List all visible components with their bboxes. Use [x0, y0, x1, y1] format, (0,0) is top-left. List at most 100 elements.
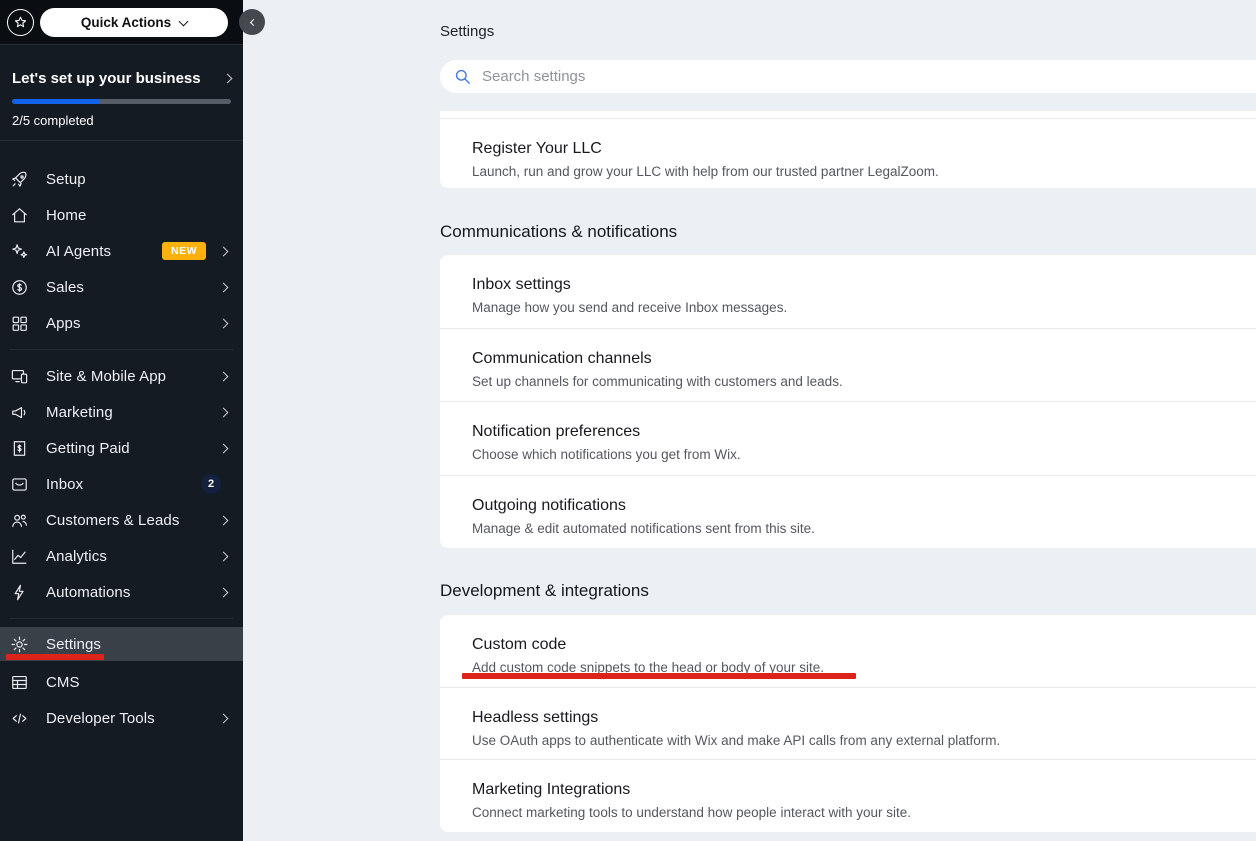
sidebar-nav: Setup Home AI AgentsNEW Sales Apps Site & Mob… — [0, 161, 243, 736]
sidebar-item-customers-leads[interactable]: Customers & Leads — [0, 502, 243, 538]
settings-item-title: Register Your LLC — [472, 138, 1256, 159]
annotation-settings-underline — [6, 654, 104, 660]
sidebar-item-getting-paid[interactable]: Getting Paid — [0, 430, 243, 466]
settings-item-description: Manage how you send and receive Inbox me… — [472, 299, 1256, 317]
chevron-right-icon — [219, 443, 229, 453]
devices-icon — [10, 367, 29, 386]
setup-teaser-title: Let's set up your business — [12, 70, 201, 87]
settings-page: Settings Register Your LLC Launch, run an… — [243, 0, 1256, 841]
sparkles-icon — [10, 242, 29, 261]
previous-item-sliver — [440, 111, 1256, 118]
collapse-sidebar-button[interactable] — [239, 9, 265, 35]
settings-item-description: Choose which notifications you get from … — [472, 446, 1256, 464]
quick-actions-button[interactable]: Quick Actions — [40, 8, 228, 37]
sidebar-item-label: Developer Tools — [46, 710, 220, 727]
sidebar-item-sales[interactable]: Sales — [0, 269, 243, 305]
chevron-right-icon — [219, 713, 229, 723]
settings-item-title: Notification preferences — [472, 421, 1256, 442]
sidebar-item-setup[interactable]: Setup — [0, 161, 243, 197]
chevron-right-icon — [219, 246, 229, 256]
settings-item-description: Set up channels for communicating with c… — [472, 373, 1256, 391]
settings-item-notification-preferences[interactable]: Notification preferences Choose which not… — [440, 401, 1256, 475]
settings-card-communications-notifications: Inbox settings Manage how you send and re… — [440, 255, 1256, 548]
search-bar[interactable] — [440, 60, 1256, 93]
new-badge: NEW — [162, 242, 206, 260]
setup-progress-label: 2/5 completed — [12, 113, 231, 128]
section-header-communications-notifications: Communications & notifications — [440, 222, 677, 242]
settings-item-title: Headless settings — [472, 707, 1256, 728]
settings-item-description: Manage & edit automated notifications se… — [472, 520, 1256, 538]
settings-item-description: Connect marketing tools to understand ho… — [472, 804, 1256, 822]
sidebar-item-developer-tools[interactable]: Developer Tools — [0, 700, 243, 736]
table-grid-icon — [10, 673, 29, 692]
search-icon — [453, 67, 472, 86]
sidebar-item-label: Analytics — [46, 548, 220, 565]
page-title: Settings — [440, 23, 494, 40]
settings-item-description: Launch, run and grow your LLC with help … — [472, 163, 1256, 181]
gear-icon — [10, 635, 29, 654]
chevron-right-icon — [219, 282, 229, 292]
dollar-circle-icon — [10, 278, 29, 297]
setup-teaser-row: Let's set up your business — [12, 66, 231, 90]
sidebar-item-label: Setup — [46, 171, 227, 188]
rocket-icon — [10, 170, 29, 189]
settings-item-communication-channels[interactable]: Communication channelsSet up channels fo… — [440, 328, 1256, 402]
annotation-custom-code-underline — [462, 673, 856, 679]
chevron-left-icon — [250, 18, 257, 25]
favorites-button[interactable] — [7, 9, 34, 36]
apps-grid-icon — [10, 314, 29, 333]
business-setup-teaser[interactable]: Let's set up your business 2/5 completed — [12, 66, 231, 128]
sidebar-item-label: CMS — [46, 674, 227, 691]
line-chart-icon — [10, 547, 29, 566]
people-icon — [10, 511, 29, 530]
sidebar-item-marketing[interactable]: Marketing — [0, 394, 243, 430]
chevron-right-icon — [219, 318, 229, 328]
chevron-right-icon — [219, 587, 229, 597]
sidebar-item-home[interactable]: Home — [0, 197, 243, 233]
code-brackets-icon — [10, 709, 29, 728]
settings-card-development-integrations: Custom codeAdd custom code snippets to t… — [440, 615, 1256, 832]
chevron-right-icon — [219, 371, 229, 381]
settings-item-headless-settings[interactable]: Headless settings Use OAuth apps to authe… — [440, 687, 1256, 760]
sidebar-item-analytics[interactable]: Analytics — [0, 538, 243, 574]
inbox-unread-badge: 2 — [201, 474, 221, 494]
sidebar-item-cms[interactable]: CMS — [0, 664, 243, 700]
search-input[interactable] — [482, 68, 882, 85]
chevron-right-icon — [223, 73, 233, 83]
setup-progress-fill — [12, 99, 100, 104]
sidebar-item-label: AI Agents — [46, 243, 162, 260]
settings-item-title: Inbox settings — [472, 274, 1256, 295]
sidebar-item-inbox[interactable]: Inbox2 — [0, 466, 243, 502]
lightning-bolt-icon — [10, 583, 29, 602]
home-icon — [10, 206, 29, 225]
sidebar-item-label: Getting Paid — [46, 440, 220, 457]
sidebar-item-label: Marketing — [46, 404, 220, 421]
sidebar-item-label: Settings — [46, 636, 227, 653]
settings-item-description: Use OAuth apps to authenticate with Wix … — [472, 732, 1256, 750]
sidebar-item-ai-agents[interactable]: AI AgentsNEW — [0, 233, 243, 269]
sidebar-item-label: Home — [46, 207, 227, 224]
settings-item-marketing-integrations[interactable]: Marketing IntegrationsConnect marketing … — [440, 759, 1256, 832]
chevron-right-icon — [219, 551, 229, 561]
sidebar-item-apps[interactable]: Apps — [0, 305, 243, 341]
sidebar-item-label: Customers & Leads — [46, 512, 220, 529]
sidebar-item-label: Site & Mobile App — [46, 368, 220, 385]
scrolled-settings-card: Register Your LLC Launch, run and grow yo… — [440, 111, 1256, 188]
megaphone-icon — [10, 403, 29, 422]
settings-item-title: Outgoing notifications — [472, 495, 1256, 516]
divider — [0, 140, 243, 141]
sidebar: Quick Actions Let's set up your business… — [0, 0, 243, 841]
sidebar-item-label: Sales — [46, 279, 220, 296]
chevron-right-icon — [219, 407, 229, 417]
invoice-icon — [10, 439, 29, 458]
chevron-right-icon — [219, 515, 229, 525]
sidebar-divider — [10, 618, 233, 619]
sidebar-item-site-mobile-app[interactable]: Site & Mobile App — [0, 358, 243, 394]
settings-item-inbox-settings[interactable]: Inbox settings Manage how you send and re… — [440, 255, 1256, 328]
chevron-down-icon — [179, 16, 189, 26]
settings-item-outgoing-notifications[interactable]: Outgoing notifications Manage & edit auto… — [440, 475, 1256, 549]
settings-item-register-your-llc[interactable]: Register Your LLC Launch, run and grow yo… — [440, 118, 1256, 188]
sidebar-item-automations[interactable]: Automations — [0, 574, 243, 610]
settings-item-title: Custom code — [472, 634, 1256, 655]
inbox-smile-icon — [10, 475, 29, 494]
